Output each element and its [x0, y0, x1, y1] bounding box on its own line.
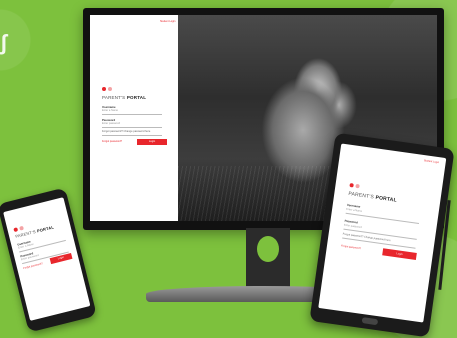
portal-title: PARENT'S PORTAL	[102, 95, 147, 100]
tablet-home-button	[361, 317, 379, 326]
login-button[interactable]: Login	[137, 139, 167, 145]
forgot-password-link[interactable]: Forgot password?	[102, 140, 122, 143]
forgot-password-link[interactable]: Forgot password?	[341, 244, 361, 250]
student-login-link[interactable]: Student Login	[160, 20, 175, 23]
portal-title: PARENT'S PORTAL	[347, 190, 398, 204]
login-button[interactable]: Login	[382, 248, 417, 260]
remember-row: Forgot password? Change password here	[102, 130, 162, 136]
forgot-password-link[interactable]: Forgot password?	[23, 262, 43, 270]
login-panel: Student Login PARENT'S PORTAL Username E…	[90, 15, 178, 221]
logo-icon	[349, 183, 360, 189]
tablet-screen: Student Login PARENT'S PORTAL Username E…	[318, 143, 447, 323]
student-login-link[interactable]: Student Login	[424, 159, 440, 164]
stand-cable-hole	[257, 236, 279, 262]
logo-icon	[102, 87, 112, 91]
password-input[interactable]: Enter password	[102, 122, 162, 128]
corner-decoration-icon: ʃ	[0, 30, 8, 55]
username-input[interactable]: Enter a Name	[102, 109, 162, 115]
